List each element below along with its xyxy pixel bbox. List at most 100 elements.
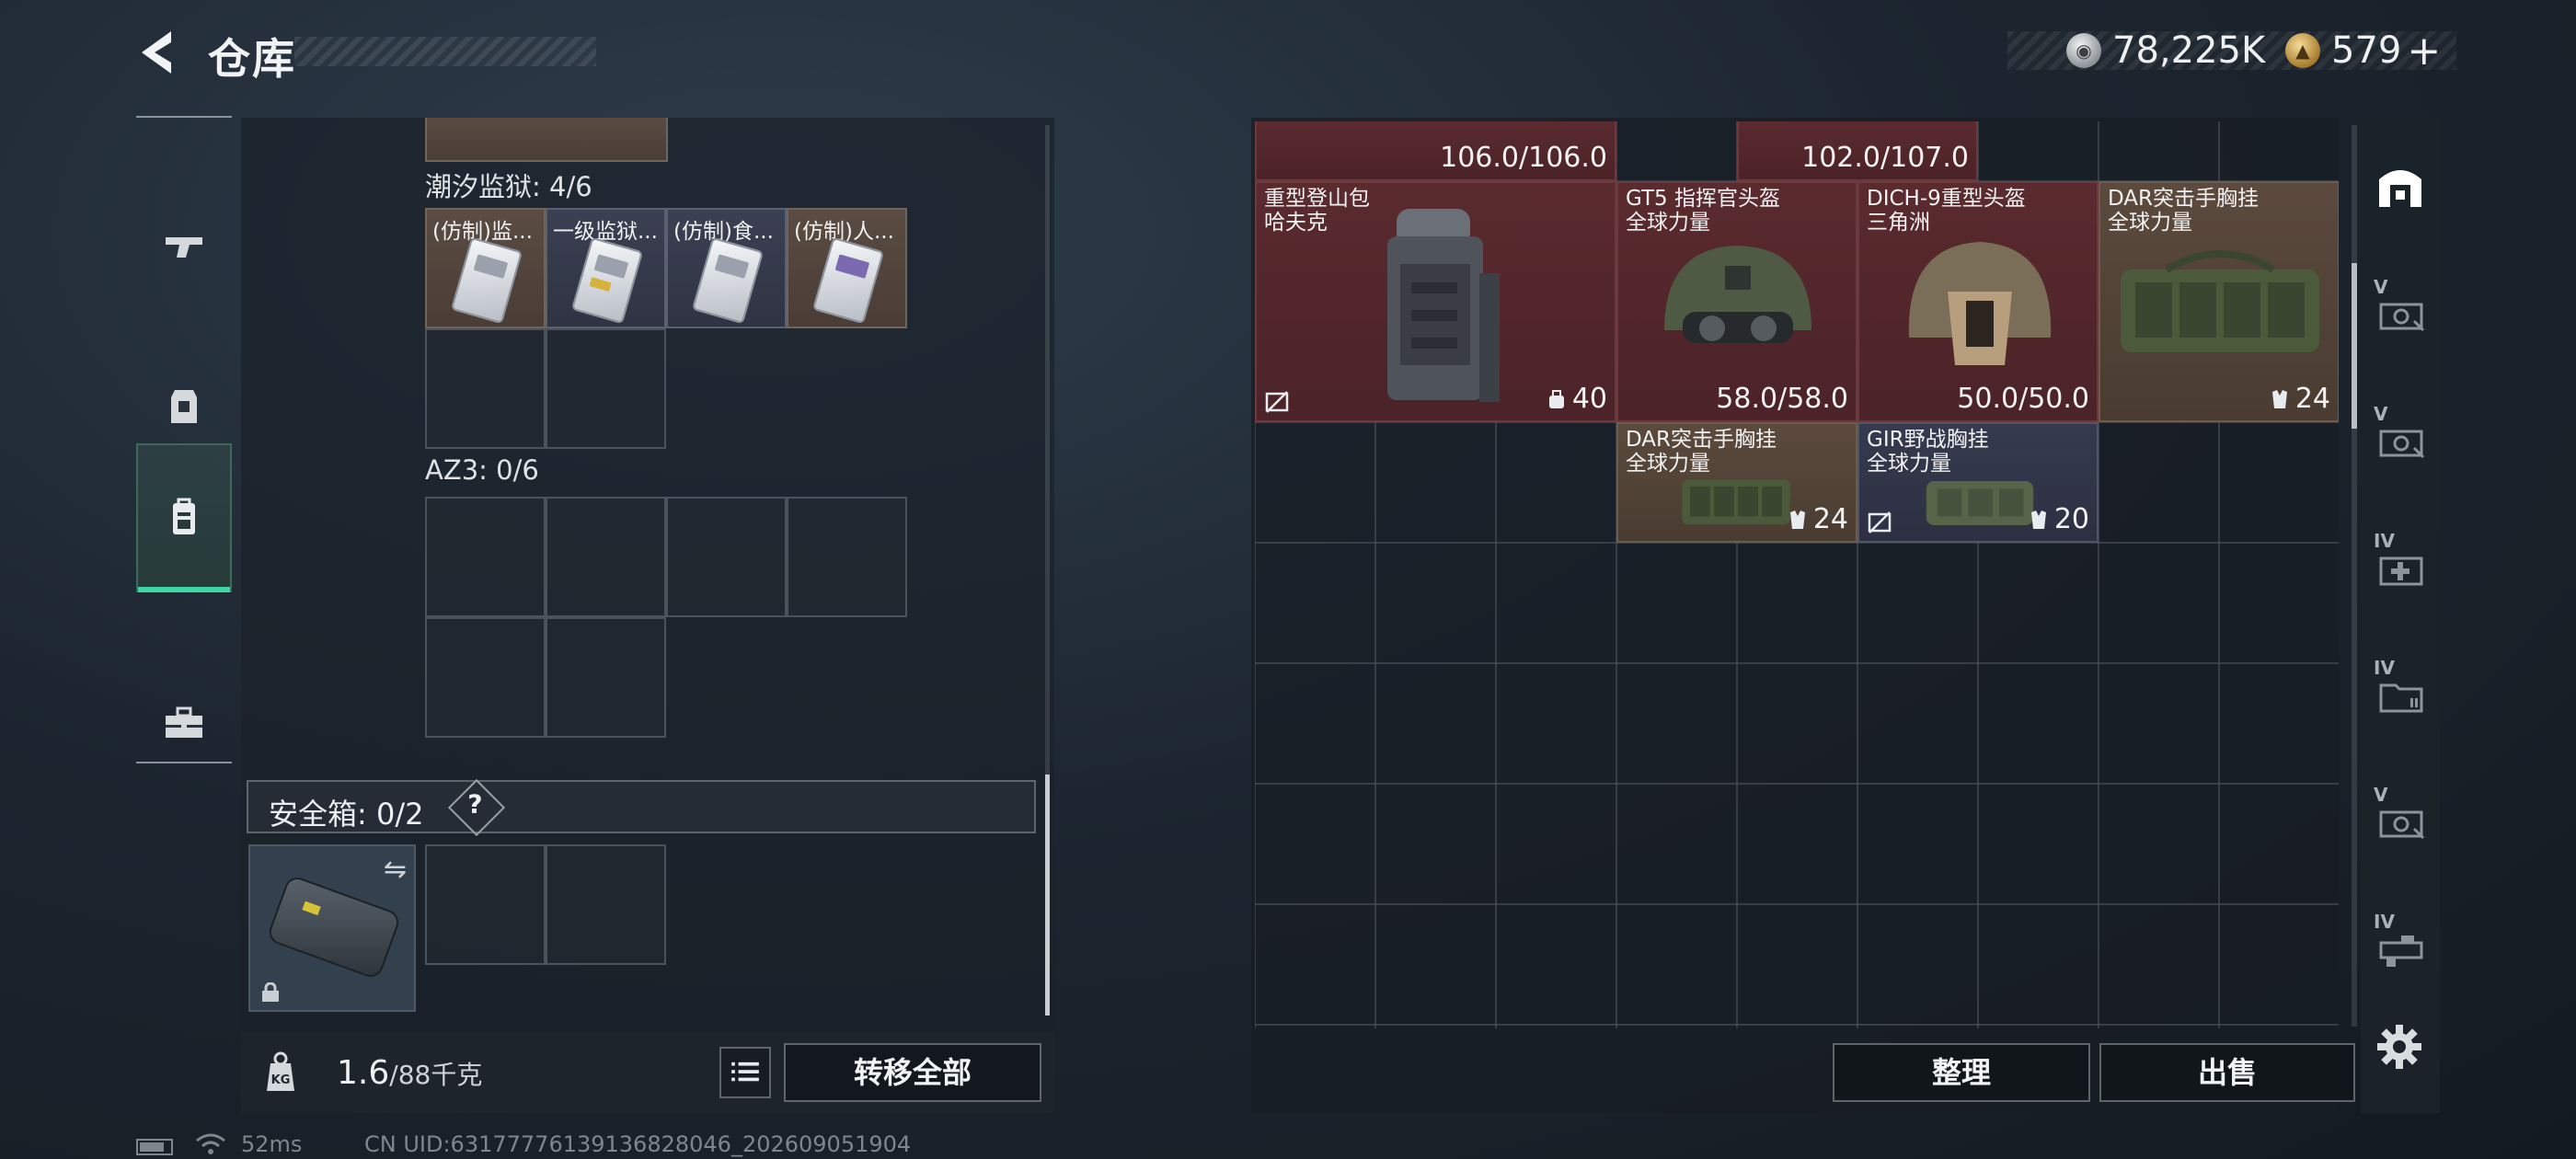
stash-item[interactable]: GIR野战胸挂 全球力量 20 [1857,422,2099,543]
safe-box-item[interactable]: ⇋ [248,844,416,1012]
pistol-icon [166,237,202,258]
container-item[interactable]: (仿制)食... [666,208,787,328]
item-capacity: 20 [2029,503,2089,535]
backpack-icon [1387,209,1500,402]
container-scroll-thumb[interactable] [1045,775,1050,1016]
stash-item[interactable]: 重型登山包 哈夫克 40 [1255,181,1616,422]
title-decoration [294,37,596,66]
empty-slot[interactable] [546,328,666,449]
stash-tab[interactable]: IV [2361,883,2440,1010]
empty-slot[interactable] [546,617,666,738]
bag-capacity-icon [1548,389,1564,408]
stash-tab[interactable]: IV [2361,629,2440,756]
armor-vest-icon [171,390,197,423]
nav-tools[interactable] [136,649,232,797]
help-icon[interactable]: ? [447,778,506,837]
stash-tab-sidebar: V V IV IV V IV [2361,118,2440,1113]
silver-amount: 78,225K [2112,29,2266,72]
tier-label: IV [2374,530,2395,552]
gold-currency[interactable]: ▲ 579 + [2285,28,2441,75]
weight-current: 1.6 [337,1054,390,1092]
swap-icon[interactable]: ⇋ [384,854,407,886]
partial-item-top[interactable] [425,118,668,162]
stash-home-icon [2379,170,2421,207]
stash-tab[interactable]: V [2361,756,2440,883]
wifi-icon [196,1133,225,1154]
container-item[interactable]: (仿制)人... [787,208,907,328]
stash-grid: 106.0/106.0 102.0/107.0 重型登山包 哈夫克 40 GT5 … [1255,121,2339,1028]
gold-amount: 579 [2331,29,2402,72]
secure-case-icon [265,874,403,981]
weight-readout: 1.6/88千克 [337,1054,482,1092]
container-item[interactable]: (仿制)监... [425,208,546,328]
keycard-icon [450,236,523,325]
tier-label: V [2374,276,2388,298]
gear-icon[interactable] [2375,1023,2423,1071]
item-name: (仿制)人... [794,220,894,244]
add-currency-button[interactable]: + [2407,28,2441,75]
backpack-icon [173,498,195,534]
stash-tab[interactable]: V [2361,248,2440,375]
keycard-icon [691,236,765,325]
svg-text:KG: KG [271,1073,291,1087]
rig-capacity-icon [2271,389,2287,408]
no-insure-icon [1868,511,1892,534]
silver-currency: ◉ 78,225K [2066,28,2265,74]
container-item[interactable]: 一级监狱... [546,208,666,328]
empty-slot[interactable] [425,497,546,617]
sort-button[interactable]: 整理 [1833,1043,2090,1102]
item-name: DAR突击手胸挂 全球力量 [2108,187,2260,235]
ping-readout: 52ms [241,1131,303,1157]
item-capacity: 24 [2270,383,2330,415]
safe-box-header: 安全箱: 0/2 ? [247,778,1036,837]
back-arrow-icon[interactable] [136,28,178,77]
stash-item-partial[interactable]: 102.0/107.0 [1737,121,1978,181]
item-durability: 106.0/106.0 [1440,142,1607,174]
item-name: GT5 指挥官头盔 全球力量 [1626,187,1780,235]
nav-backpack[interactable] [136,443,232,592]
stash-item-partial[interactable]: 106.0/106.0 [1255,121,1616,181]
stash-item[interactable]: GT5 指挥官头盔 全球力量 58.0/58.0 [1616,181,1857,422]
helmet-icon [1908,242,2052,365]
transfer-all-button[interactable]: 转移全部 [784,1043,1041,1102]
safe-box-capacity: 安全箱: 0/2 [269,797,424,832]
item-name: (仿制)监... [432,220,533,244]
stash-tab[interactable]: V [2361,375,2440,502]
rig-capacity-icon [2030,510,2046,529]
lock-icon [262,982,279,1002]
safe-empty-slot[interactable] [425,844,546,965]
az3-capacity: AZ3: 0/6 [425,454,539,486]
nav-weapons[interactable] [136,173,232,320]
tier-label: V [2374,784,2388,806]
empty-slot[interactable] [425,617,546,738]
rig-capacity-icon [1789,510,1805,529]
list-icon [731,1061,759,1082]
empty-slot[interactable] [787,497,907,617]
item-name: 重型登山包 哈夫克 [1264,187,1370,235]
weight-kg-icon: KG [267,1051,294,1091]
weight-max: /88千克 [389,1060,483,1090]
stash-item[interactable]: DICH-9重型头盔 三角洲 50.0/50.0 [1857,181,2099,422]
empty-slot[interactable] [666,497,787,617]
safe-empty-slot[interactable] [546,844,666,965]
item-capacity: 40 [1547,383,1607,415]
gold-coin-icon: ▲ [2285,33,2320,68]
tier-label: IV [2374,911,2395,933]
list-view-button[interactable] [719,1047,771,1098]
keycard-icon [811,236,885,325]
item-durability: 50.0/50.0 [1957,383,2089,415]
stash-scrollbar[interactable] [2352,125,2357,1027]
stash-scroll-thumb[interactable] [2352,263,2357,429]
stash-item[interactable]: DAR突击手胸挂 全球力量 24 [2099,181,2339,422]
no-insure-icon [1265,391,1289,413]
stash-item[interactable]: DAR突击手胸挂 全球力量 24 [1616,422,1857,543]
tier-label: IV [2374,657,2395,679]
tier-label: V [2374,403,2388,425]
stash-tab-main[interactable] [2361,121,2440,248]
helmet-icon [1664,246,1811,343]
item-capacity: 24 [1788,503,1848,535]
empty-slot[interactable] [425,328,546,449]
stash-tab[interactable]: IV [2361,502,2440,629]
sell-button[interactable]: 出售 [2099,1043,2355,1102]
empty-slot[interactable] [546,497,666,617]
